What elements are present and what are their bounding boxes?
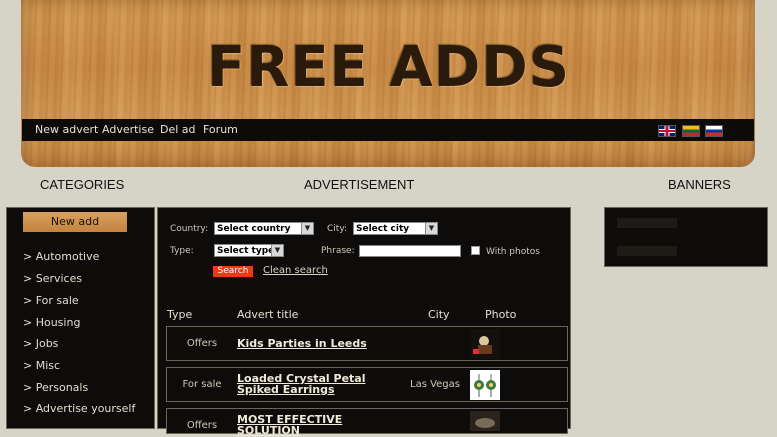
category-for-sale[interactable]: > For sale <box>23 294 79 307</box>
top-nav: New advert Advertise Del ad Forum <box>22 119 754 141</box>
table-row[interactable]: Offers Kids Parties in Leeds <box>166 326 568 361</box>
category-automotive[interactable]: > Automotive <box>23 250 99 263</box>
country-select-value: Select country <box>217 224 291 234</box>
phrase-label: Phrase: <box>321 246 355 256</box>
row-type: For sale <box>182 379 222 390</box>
nav-forum[interactable]: Forum <box>203 123 238 136</box>
city-select-value: Select city <box>356 224 410 234</box>
row-type: Offers <box>186 420 218 431</box>
chevron-down-icon: ▼ <box>271 245 283 256</box>
flag-lt-icon[interactable] <box>682 125 700 137</box>
banners-heading: BANNERS <box>668 177 731 192</box>
city-label: City: <box>327 224 348 234</box>
site-logo[interactable]: FREE ADDS <box>207 38 570 98</box>
column-title: Advert title <box>237 308 299 321</box>
search-button[interactable]: Search <box>213 266 253 277</box>
nav-advertise[interactable]: Advertise <box>102 123 154 136</box>
with-photos-checkbox[interactable] <box>471 246 480 255</box>
type-select-value: Select type <box>217 246 275 256</box>
nav-new-advert[interactable]: New advert <box>35 123 98 136</box>
banner-slot[interactable] <box>617 246 677 256</box>
chevron-down-icon: ▼ <box>301 223 313 234</box>
table-row[interactable]: Offers MOST EFFECTIVE SOLUTION <box>166 408 568 436</box>
flag-en-icon[interactable] <box>658 125 676 137</box>
clean-search-link[interactable]: Clean search <box>263 265 328 276</box>
column-photo: Photo <box>485 308 517 321</box>
category-jobs[interactable]: > Jobs <box>23 337 58 350</box>
category-misc[interactable]: > Misc <box>23 359 60 372</box>
dark-photo-icon[interactable] <box>470 411 500 431</box>
nav-del-ad[interactable]: Del ad <box>160 123 196 136</box>
category-services[interactable]: > Services <box>23 272 82 285</box>
new-add-button[interactable]: New add <box>23 212 127 232</box>
banners-panel <box>604 207 768 267</box>
row-title-link[interactable]: Kids Parties in Leeds <box>237 338 407 349</box>
phrase-input[interactable] <box>359 245 461 257</box>
flag-ru-icon[interactable] <box>705 125 723 137</box>
banner-slot[interactable] <box>617 218 677 228</box>
category-housing[interactable]: > Housing <box>23 316 80 329</box>
with-photos-label: With photos <box>486 247 540 257</box>
chevron-down-icon: ▼ <box>425 223 437 234</box>
row-city: Las Vegas <box>410 379 460 390</box>
category-advertise-yourself[interactable]: > Advertise yourself <box>23 402 135 415</box>
country-label: Country: <box>170 224 209 234</box>
city-select[interactable]: Select city ▼ <box>353 222 438 235</box>
party-photo-icon[interactable] <box>470 329 500 359</box>
column-type: Type <box>167 308 193 321</box>
row-title-link[interactable]: MOST EFFECTIVE SOLUTION <box>237 414 407 436</box>
category-personals[interactable]: > Personals <box>23 381 88 394</box>
categories-panel: New add > Automotive > Services > For sa… <box>6 207 155 429</box>
row-type: Offers <box>186 338 218 349</box>
type-select[interactable]: Select type ▼ <box>214 244 284 257</box>
row-title-link[interactable]: Loaded Crystal Petal Spiked Earrings <box>237 373 407 395</box>
advertisement-panel: Country: Select country ▼ City: Select c… <box>157 207 571 436</box>
header-banner: FREE ADDS <box>21 0 755 167</box>
column-city: City <box>428 308 450 321</box>
table-row[interactable]: For sale Loaded Crystal Petal Spiked Ear… <box>166 367 568 402</box>
earrings-photo-icon[interactable] <box>470 370 500 400</box>
type-label: Type: <box>170 246 194 256</box>
country-select[interactable]: Select country ▼ <box>214 222 314 235</box>
categories-heading: CATEGORIES <box>40 177 125 192</box>
advertisement-heading: ADVERTISEMENT <box>304 177 415 192</box>
